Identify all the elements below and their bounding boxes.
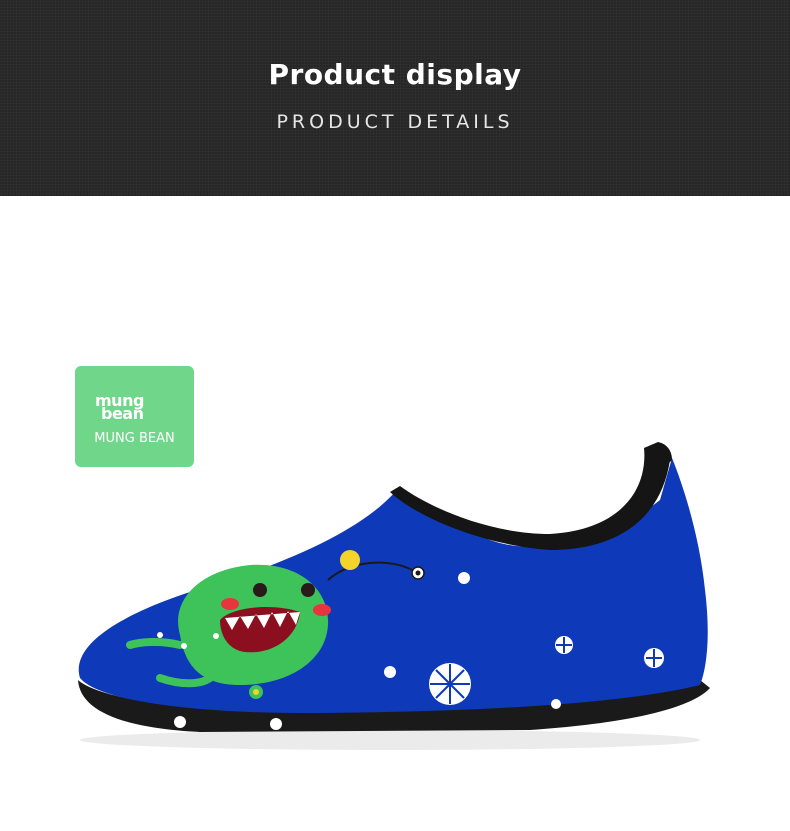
header-banner: Product display PRODUCT DETAILS: [0, 0, 790, 196]
shoe-shadow: [80, 730, 700, 750]
swatch-logo: mung bean: [95, 393, 144, 423]
page-subtitle: PRODUCT DETAILS: [276, 111, 514, 133]
shoe-image: [78, 442, 710, 750]
page-title: Product display: [268, 58, 522, 91]
swatch-logo-line2: bean: [101, 404, 144, 423]
